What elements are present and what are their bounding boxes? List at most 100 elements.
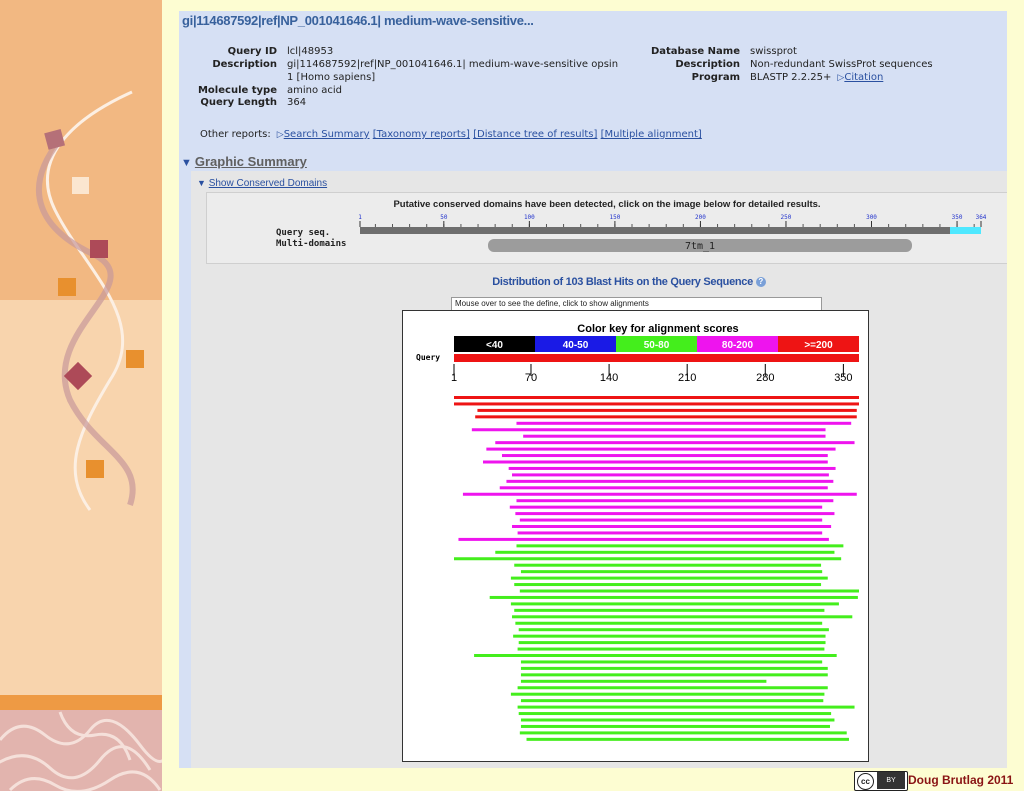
hit-bar[interactable] xyxy=(520,570,823,574)
hit-bar[interactable] xyxy=(474,654,837,657)
hit-bar[interactable] xyxy=(520,666,828,670)
ruler-tick-label: 1 xyxy=(358,214,362,221)
hit-bar[interactable] xyxy=(512,615,853,619)
molecule-type-value: amino acid xyxy=(287,85,343,96)
hit-bar[interactable] xyxy=(517,647,825,651)
hit-bar[interactable] xyxy=(510,692,825,696)
axis-tick-label: 70 xyxy=(525,372,537,384)
hit-bar[interactable] xyxy=(454,396,859,399)
hit-bar[interactable] xyxy=(517,705,855,709)
hit-bar[interactable] xyxy=(516,421,852,425)
conserved-domains-box[interactable]: Putative conserved domains have been det… xyxy=(206,192,1007,264)
blast-hits-graphic[interactable]: Color key for alignment scores <40 40-50 5… xyxy=(402,310,869,762)
hit-bar[interactable] xyxy=(514,563,822,567)
hit-bars[interactable] xyxy=(454,396,859,741)
hit-bar[interactable] xyxy=(519,731,847,735)
conserved-domain-graphic[interactable]: 1 50 100 150 200 250 300 350 364 7tm_1 xyxy=(357,211,997,261)
hit-bar[interactable] xyxy=(517,686,828,690)
deco-square-orange-2 xyxy=(126,350,144,368)
hit-bar[interactable] xyxy=(516,544,844,548)
hit-bar[interactable] xyxy=(520,724,830,728)
hit-bar[interactable] xyxy=(501,454,828,458)
hit-bar[interactable] xyxy=(516,499,834,503)
define-display-field[interactable]: Mouse over to see the define, click to s… xyxy=(451,297,822,311)
hit-bar[interactable] xyxy=(495,550,835,554)
hit-bar[interactable] xyxy=(454,557,842,561)
description-label: Description xyxy=(212,59,277,70)
hit-bar[interactable] xyxy=(458,537,829,541)
hit-bar[interactable] xyxy=(514,583,822,587)
hit-bar[interactable] xyxy=(520,673,828,677)
hit-bar[interactable] xyxy=(489,595,858,599)
ruler-tick-label: 50 xyxy=(440,214,448,221)
taxonomy-reports-link[interactable]: [Taxonomy reports] xyxy=(373,129,470,140)
hit-bar[interactable] xyxy=(519,589,859,593)
description-line-2: 1 [Homo sapiens] xyxy=(287,71,376,83)
query-label: Query xyxy=(416,353,440,362)
author-credit: Doug Brutlag 2011 xyxy=(908,773,1014,787)
multiple-alignment-link[interactable]: [Multiple alignment] xyxy=(601,129,702,140)
hit-bar[interactable] xyxy=(486,447,836,451)
program-name: BLASTP 2.2.25+ xyxy=(750,72,832,83)
hit-bar[interactable] xyxy=(518,641,826,645)
hit-bar[interactable] xyxy=(513,634,826,638)
show-conserved-domains-toggle[interactable]: ▼ Show Conserved Domains xyxy=(197,178,327,189)
hit-bar[interactable] xyxy=(462,492,857,496)
molecule-type-label: Molecule type xyxy=(197,85,277,96)
blast-hits-chart[interactable]: Color key for alignment scores <40 40-50 5… xyxy=(403,311,868,761)
query-length-label: Query Length xyxy=(200,97,277,108)
citation-link[interactable]: Citation xyxy=(844,72,883,83)
ruler-tick-label: 250 xyxy=(781,214,792,221)
program-label: Program xyxy=(691,72,740,83)
deco-square-cream xyxy=(72,177,89,194)
query-seq-label: Query seq. xyxy=(276,228,331,238)
hit-bar[interactable] xyxy=(518,712,832,716)
hit-bar[interactable] xyxy=(477,408,857,412)
other-reports-label: Other reports: xyxy=(200,129,271,140)
query-length-value: 364 xyxy=(287,97,307,108)
hit-bar[interactable] xyxy=(475,415,857,419)
color-key-label: 40-50 xyxy=(563,340,589,351)
hit-bar[interactable] xyxy=(512,473,829,477)
hit-bar[interactable] xyxy=(510,602,839,606)
description-line-1: gi|114687592|ref|NP_001041646.1| medium-… xyxy=(287,59,619,70)
hit-bar[interactable] xyxy=(514,608,825,612)
hit-bar[interactable] xyxy=(520,718,835,722)
hit-bar[interactable] xyxy=(508,466,836,470)
hit-bar[interactable] xyxy=(483,460,828,464)
hit-bar[interactable] xyxy=(515,512,835,516)
left-strip xyxy=(179,171,191,768)
hit-bar[interactable] xyxy=(520,679,767,683)
hit-bar[interactable] xyxy=(509,505,823,509)
help-icon[interactable]: ? xyxy=(755,277,766,288)
conserved-domains-triangle-icon: ▼ xyxy=(197,178,206,188)
search-summary-triangle-icon: ▷ xyxy=(273,130,284,140)
decorative-side-panel xyxy=(0,0,162,791)
database-name-label: Database Name xyxy=(650,46,740,57)
hit-bar[interactable] xyxy=(512,525,832,528)
hit-bar[interactable] xyxy=(471,428,826,432)
hit-bar[interactable] xyxy=(506,479,834,483)
show-conserved-domains-link[interactable]: Show Conserved Domains xyxy=(209,178,327,189)
hit-bar[interactable] xyxy=(454,402,859,406)
color-key: <40 40-50 50-80 80-200 >=200 xyxy=(454,336,859,352)
color-key-title: Color key for alignment scores xyxy=(577,323,738,335)
hit-bar[interactable] xyxy=(518,628,829,632)
hit-bar[interactable] xyxy=(499,486,828,490)
hit-bar[interactable] xyxy=(495,441,855,445)
hit-bar[interactable] xyxy=(520,699,824,703)
hit-bar[interactable] xyxy=(526,737,849,741)
graphic-summary-title: Graphic Summary xyxy=(194,154,307,169)
hit-bar[interactable] xyxy=(515,621,823,625)
graphic-summary-toggle[interactable]: ▼ Graphic Summary xyxy=(181,154,307,169)
axis-tick-label: 210 xyxy=(678,372,696,384)
hit-bar[interactable] xyxy=(510,576,828,580)
distance-tree-link[interactable]: [Distance tree of results] xyxy=(473,129,597,140)
hit-bar[interactable] xyxy=(520,660,823,664)
distribution-title: Distribution of 103 Blast Hits on the Qu… xyxy=(479,276,779,288)
hit-bar[interactable] xyxy=(519,518,823,522)
hit-bar[interactable] xyxy=(523,434,826,438)
search-summary-link[interactable]: Search Summary xyxy=(284,129,370,140)
hit-bar[interactable] xyxy=(517,531,823,535)
cc-icon: cc xyxy=(857,773,874,790)
